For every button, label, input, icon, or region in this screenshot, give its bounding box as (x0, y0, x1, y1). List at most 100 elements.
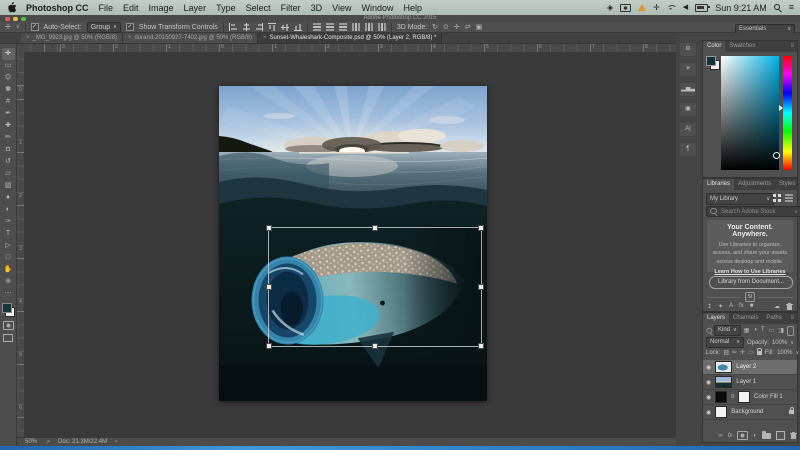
tool-button[interactable]: ◘ (2, 144, 15, 156)
library-action-icon[interactable]: fx (739, 303, 744, 310)
new-group-icon[interactable] (762, 433, 771, 439)
transform-handle-bottom-center[interactable] (372, 343, 378, 349)
filter-type-icon[interactable]: ▭ (769, 327, 775, 334)
collapsed-panel-icon[interactable]: ▂▅▃ (680, 83, 696, 96)
filter-type-icon[interactable]: ◨ (778, 327, 784, 334)
tab-libraries[interactable]: Libraries (703, 179, 734, 190)
layer-name[interactable]: Background (731, 409, 763, 415)
spotlight-search-icon[interactable] (774, 4, 782, 12)
menubar-item[interactable]: Edit (123, 3, 139, 13)
tab-swatches[interactable]: Swatches (725, 41, 759, 52)
vertical-ruler[interactable]: 0123456 (17, 52, 25, 437)
tool-button[interactable]: ✑ (2, 216, 15, 228)
3d-mode-icon[interactable]: ⊙ (443, 23, 449, 32)
transform-handle-top-left[interactable] (266, 225, 272, 231)
align-horizontal-centers-icon[interactable] (242, 23, 250, 31)
tab-adjustments[interactable]: Adjustments (734, 179, 775, 190)
document-tab[interactable]: × _MG_9923.jpg @ 50% (RGB/8) (21, 33, 123, 43)
promo-link[interactable]: Learn How to Use Libraries (710, 269, 790, 275)
panel-menu-icon[interactable]: ≡ (790, 313, 797, 324)
document-tab[interactable]: × Sunset-Whaleshark-Composite.psd @ 50% … (258, 33, 442, 43)
filter-type-icon[interactable]: ▦ (744, 327, 750, 334)
visibility-eye-icon[interactable]: ◉ (706, 394, 711, 401)
transform-handle-bottom-left[interactable] (266, 343, 272, 349)
foreground-color-swatch[interactable] (2, 303, 12, 313)
fill-value[interactable]: 100% (777, 350, 792, 356)
layer-row-color-fill-1[interactable]: ◉ 8 Color Fill 1 (703, 390, 797, 405)
notification-center-icon[interactable]: ≡ (789, 3, 794, 12)
collapsed-panel-icon[interactable]: ☀ (680, 63, 696, 76)
collapsed-panel-icon[interactable]: ⚙ (680, 43, 696, 56)
horizontal-ruler[interactable]: 321012345678 (24, 44, 676, 53)
tool-button[interactable]: ◐ (2, 204, 15, 216)
distribute-left-edges-icon[interactable] (352, 23, 360, 31)
menubar-app-name[interactable]: Photoshop CC (26, 3, 89, 13)
lock-option-icon[interactable]: ✛ (740, 349, 745, 356)
visibility-eye-icon[interactable]: ◉ (706, 409, 711, 416)
camera-icon[interactable] (620, 4, 631, 12)
chevron-down-icon[interactable]: ∨ (16, 23, 20, 32)
fill-color-thumbnail[interactable] (715, 391, 727, 403)
3d-mode-icon[interactable]: ⇄ (465, 23, 471, 32)
quick-mask-button[interactable] (3, 321, 14, 330)
canvas-document[interactable] (219, 86, 487, 401)
collapsed-panel-icon[interactable]: ¶ (680, 143, 696, 156)
library-action-icon[interactable]: ■ (750, 303, 754, 310)
collapsed-panel-icon[interactable]: ▣ (680, 103, 696, 116)
menubar-item[interactable]: Window (361, 3, 393, 13)
tool-button[interactable]: T (2, 228, 15, 240)
transform-handle-bottom-right[interactable] (478, 343, 484, 349)
status-chevron-icon[interactable]: › (115, 439, 117, 445)
tab-paths[interactable]: Paths (762, 313, 785, 324)
transform-handle-middle-right[interactable] (478, 284, 484, 290)
stock-badge[interactable]: St (745, 292, 756, 302)
layer-thumbnail[interactable] (715, 361, 732, 373)
color-cursor[interactable] (773, 152, 780, 159)
panel-menu-icon[interactable]: ≡ (790, 41, 797, 52)
color-panel-swatches[interactable] (706, 56, 720, 70)
fan-icon[interactable]: ✛ (653, 3, 660, 12)
menubar-clock[interactable]: Sun 9:21 AM (715, 3, 767, 13)
tool-button[interactable]: ✒ (2, 108, 15, 120)
tool-button[interactable]: # (2, 96, 15, 108)
foreground-background-swatches[interactable] (2, 303, 15, 317)
collapsed-panel-icon[interactable]: A| (680, 123, 696, 136)
chevron-down-icon[interactable]: ∨ (795, 350, 799, 356)
filter-toggle-icon[interactable] (787, 326, 794, 336)
distribute-bottom-edges-icon[interactable] (339, 23, 347, 31)
tool-button[interactable]: ↺ (2, 156, 15, 168)
distribute-vertical-centers-icon[interactable] (326, 23, 334, 31)
align-vertical-centers-icon[interactable] (281, 23, 289, 31)
foreground-color-swatch[interactable] (706, 56, 716, 66)
menubar-item[interactable]: Help (403, 3, 422, 13)
adjustment-layer-icon[interactable]: ◐ (753, 433, 757, 439)
delete-layer-icon[interactable] (790, 432, 797, 439)
layer-row-layer-2[interactable]: ◉ Layer 2 (703, 360, 797, 375)
menubar-item[interactable]: Image (149, 3, 174, 13)
library-action-icon[interactable]: ↥ (707, 303, 712, 310)
align-left-edges-icon[interactable] (229, 23, 237, 31)
layer-mask-thumbnail[interactable] (738, 391, 750, 403)
align-top-edges-icon[interactable] (268, 23, 276, 31)
tool-button[interactable]: Ϙ (2, 72, 15, 84)
delete-icon[interactable] (786, 303, 793, 310)
tool-button[interactable]: ⊕ (2, 276, 15, 288)
layer-style-icon[interactable]: fx (728, 433, 733, 439)
list-view-icon[interactable] (785, 194, 793, 202)
tool-button[interactable]: ✽ (2, 84, 15, 96)
visibility-eye-icon[interactable]: ◉ (706, 379, 711, 386)
tool-button[interactable]: ✋ (2, 264, 15, 276)
layer-name[interactable]: Layer 1 (736, 379, 756, 385)
blend-mode-dropdown[interactable]: Normal ∨ (706, 337, 744, 348)
apple-logo-icon[interactable] (6, 2, 17, 13)
battery-icon[interactable] (695, 4, 708, 12)
layer-thumbnail[interactable] (715, 376, 732, 388)
filter-type-icon[interactable]: T (761, 327, 765, 334)
library-action-icon[interactable]: A (729, 303, 733, 310)
layer-name[interactable]: Layer 2 (736, 364, 756, 370)
tab-channels[interactable]: Channels (729, 313, 762, 324)
grid-view-icon[interactable] (773, 194, 781, 202)
3d-mode-icon[interactable]: ↻ (432, 23, 438, 32)
library-select[interactable]: My Library ∨ (706, 193, 774, 205)
menubar-item[interactable]: Type (216, 3, 236, 13)
